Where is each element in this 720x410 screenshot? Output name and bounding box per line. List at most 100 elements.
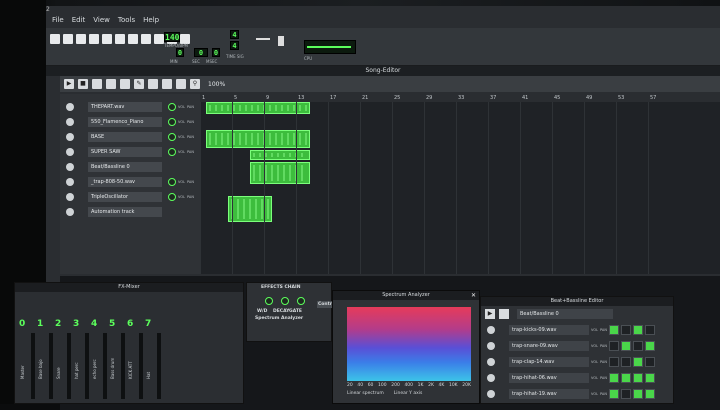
mixer-channel-number[interactable]: 2 [55, 319, 61, 329]
track-row[interactable]: 550_Flamenco_Piano VOL PAN [60, 115, 200, 129]
mixer-channel-number[interactable]: 6 [127, 319, 133, 329]
step-button[interactable] [608, 389, 619, 399]
timeline-ruler[interactable]: 1 5 9 13 17 21 25 29 33 37 41 45 49 53 57 [200, 94, 720, 102]
piano-roll-icon[interactable] [154, 34, 164, 44]
volume-knob[interactable] [168, 178, 176, 186]
stop-icon[interactable]: ■ [78, 79, 88, 89]
menu-tools[interactable]: Tools [118, 16, 135, 28]
step-button[interactable] [620, 373, 631, 383]
pattern-block[interactable] [250, 162, 310, 184]
song-editor-icon[interactable] [128, 34, 138, 44]
volume-knob[interactable] [168, 103, 176, 111]
mixer-channel-number[interactable]: 7 [145, 319, 151, 329]
mixer-fader[interactable] [103, 333, 107, 399]
track-row[interactable]: Beat/Bassline 0 [60, 160, 200, 174]
menu-help[interactable]: Help [143, 16, 159, 28]
step-button[interactable] [608, 341, 619, 351]
step-button[interactable] [608, 325, 619, 335]
gear-icon[interactable] [487, 342, 495, 350]
track-row[interactable]: BASE VOL PAN [60, 130, 200, 144]
new-template-icon[interactable] [63, 34, 73, 44]
tempo-lcd[interactable]: 140 [164, 32, 180, 42]
beat-track-name[interactable]: trap-snare-09.wav [509, 341, 589, 351]
step-button[interactable] [644, 389, 655, 399]
volume-knob[interactable] [168, 133, 176, 141]
gear-icon[interactable] [66, 118, 74, 126]
mixer-channel-number[interactable]: 1 [37, 319, 43, 329]
beat-track-row[interactable]: trap-kicks-09.wav VOL PAN [481, 323, 675, 337]
gear-icon[interactable] [66, 133, 74, 141]
track-name[interactable]: BASE [88, 132, 162, 142]
save-icon[interactable] [102, 34, 112, 44]
mixer-channel-number[interactable]: 4 [91, 319, 97, 329]
gear-icon[interactable] [487, 358, 495, 366]
mixer-fader[interactable] [139, 333, 143, 399]
mixer-fader[interactable] [157, 333, 161, 399]
track-name[interactable]: 550_Flamenco_Piano [88, 117, 162, 127]
gear-icon[interactable] [66, 178, 74, 186]
timesig-denominator[interactable]: 4 [230, 41, 239, 50]
pattern-block[interactable] [250, 150, 310, 160]
mixer-fader[interactable] [85, 333, 89, 399]
mixer-fader[interactable] [31, 333, 35, 399]
track-name[interactable]: _trap-808-50.wav [88, 177, 162, 187]
wet-dry-knob[interactable] [265, 297, 273, 305]
add-beat-icon[interactable] [92, 79, 102, 89]
step-button[interactable] [632, 373, 643, 383]
gear-icon[interactable] [487, 326, 495, 334]
track-name[interactable]: THEPART.wav [88, 102, 162, 112]
volume-knob[interactable] [168, 118, 176, 126]
master-pitch-slider[interactable] [278, 36, 284, 46]
beat-track-row[interactable]: trap-clap-14.wav VOL PAN [481, 355, 675, 369]
gear-icon[interactable] [66, 163, 74, 171]
mixer-channel-number[interactable]: 5 [109, 319, 115, 329]
add-automation-icon[interactable] [120, 79, 130, 89]
step-button[interactable] [644, 357, 655, 367]
add-sample-icon[interactable] [106, 79, 116, 89]
decay-knob[interactable] [281, 297, 289, 305]
play-icon[interactable]: ▶ [64, 79, 74, 89]
mixer-fader[interactable] [67, 333, 71, 399]
step-button[interactable] [620, 341, 631, 351]
volume-knob[interactable] [168, 193, 176, 201]
track-name[interactable]: Beat/Bassline 0 [88, 162, 162, 172]
menu-edit[interactable]: Edit [72, 16, 86, 28]
track-row[interactable]: TripleOscillator VOL PAN [60, 190, 200, 204]
recent-icon[interactable] [89, 34, 99, 44]
linear-spectrum-checkbox[interactable]: Linear spectrum [347, 391, 384, 396]
track-row[interactable]: SUPER SAW VOL PAN [60, 145, 200, 159]
pattern-block[interactable] [228, 196, 272, 222]
master-volume-slider[interactable] [256, 38, 270, 40]
gear-icon[interactable] [66, 148, 74, 156]
record-icon[interactable] [162, 79, 172, 89]
close-icon[interactable]: ✕ [471, 292, 476, 299]
track-row[interactable]: Automation track [60, 205, 200, 219]
mixer-fader[interactable] [121, 333, 125, 399]
track-name[interactable]: TripleOscillator [88, 192, 162, 202]
menu-view[interactable]: View [93, 16, 110, 28]
gear-icon[interactable] [66, 193, 74, 201]
beat-track-name[interactable]: trap-hihat-19.wav [509, 389, 589, 399]
mixer-fader[interactable] [49, 333, 53, 399]
mixer-channel-number[interactable]: 3 [73, 319, 79, 329]
step-button[interactable] [620, 325, 631, 335]
step-button[interactable] [644, 341, 655, 351]
beat-track-name[interactable]: trap-clap-14.wav [509, 357, 589, 367]
step-button[interactable] [632, 389, 643, 399]
open-icon[interactable] [76, 34, 86, 44]
export-icon[interactable] [115, 34, 125, 44]
step-button[interactable] [632, 341, 643, 351]
mixer-channel-number[interactable]: 0 [19, 319, 25, 329]
beat-track-row[interactable]: trap-snare-09.wav VOL PAN [481, 339, 675, 353]
step-button[interactable] [608, 357, 619, 367]
draw-mode-icon[interactable]: ✎ [134, 79, 144, 89]
step-button[interactable] [620, 389, 631, 399]
menu-file[interactable]: File [52, 16, 64, 28]
pattern-block[interactable] [206, 102, 310, 114]
gear-icon[interactable] [487, 374, 495, 382]
linear-y-checkbox[interactable]: Linear Y axis [394, 391, 423, 396]
beat-track-row[interactable]: trap-hihat-06.wav VOL PAN [481, 371, 675, 385]
beat-play-icon[interactable]: ▶ [485, 309, 495, 319]
track-name[interactable]: SUPER SAW [88, 147, 162, 157]
step-button[interactable] [632, 325, 643, 335]
